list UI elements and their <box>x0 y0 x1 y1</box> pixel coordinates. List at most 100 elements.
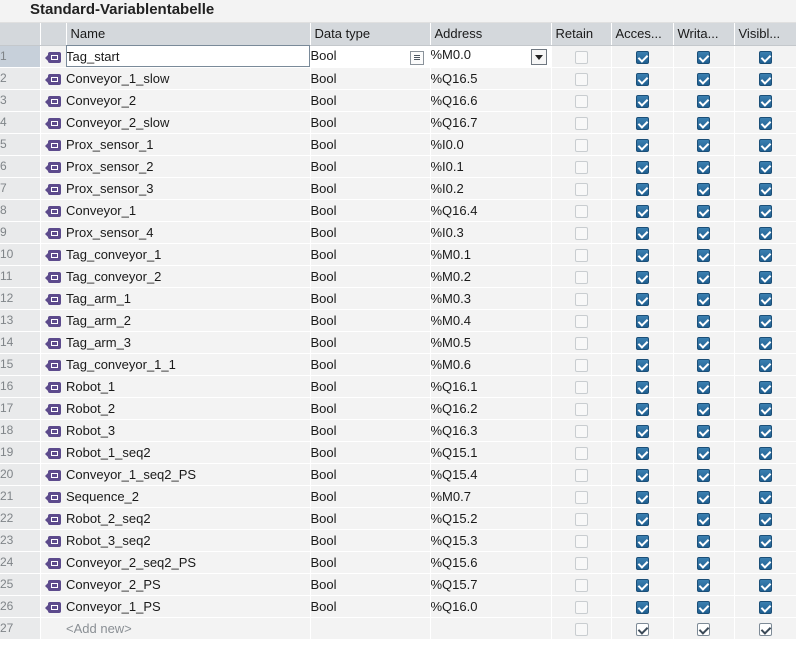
retain-cell[interactable] <box>550 375 611 398</box>
writable-checkbox[interactable] <box>697 336 710 350</box>
table-row[interactable]: 23 Robot_3_seq2 Bool %Q15.3 <box>0 529 796 552</box>
column-header-visible[interactable]: Visibl... <box>734 23 796 46</box>
address-cell[interactable]: %Q15.2 <box>429 507 551 530</box>
visible-cell[interactable] <box>733 265 796 288</box>
visible-checkbox[interactable] <box>758 336 772 350</box>
retain-cell[interactable] <box>550 45 611 68</box>
retain-cell[interactable] <box>550 221 611 244</box>
writable-cell[interactable] <box>672 331 734 354</box>
writable-checkbox[interactable] <box>697 446 710 460</box>
visible-cell[interactable] <box>733 155 796 178</box>
accessible-checkbox[interactable] <box>635 468 649 482</box>
address-cell[interactable]: %M0.3 <box>429 287 551 310</box>
data-type-cell[interactable]: Bool <box>309 375 430 398</box>
row-number[interactable]: 25 <box>0 573 41 596</box>
visible-cell[interactable] <box>733 441 796 464</box>
writable-cell[interactable] <box>672 353 734 376</box>
visible-checkbox[interactable] <box>758 72 772 86</box>
tag-name-cell[interactable]: Tag_conveyor_2 <box>66 265 310 288</box>
tag-name-cell[interactable]: Conveyor_1 <box>66 199 310 222</box>
visible-cell[interactable] <box>733 573 796 596</box>
retain-checkbox[interactable] <box>574 270 588 284</box>
accessible-cell[interactable] <box>610 353 673 376</box>
data-type-cell[interactable]: Bool <box>309 265 430 288</box>
address-cell[interactable]: %Q16.0 <box>429 595 551 618</box>
accessible-checkbox[interactable] <box>635 358 649 372</box>
writable-checkbox[interactable] <box>697 226 710 240</box>
row-number[interactable]: 4 <box>0 111 41 134</box>
writable-checkbox[interactable] <box>697 94 710 108</box>
row-number[interactable]: 10 <box>0 243 41 266</box>
row-number[interactable]: 27 <box>0 617 41 640</box>
writable-cell[interactable] <box>672 221 734 244</box>
retain-checkbox[interactable] <box>574 534 588 548</box>
retain-cell[interactable] <box>550 331 611 354</box>
address-cell[interactable]: %Q16.6 <box>429 89 551 112</box>
retain-checkbox[interactable] <box>574 402 588 416</box>
writable-checkbox[interactable] <box>697 50 710 64</box>
visible-cell[interactable] <box>733 89 796 112</box>
retain-cell[interactable] <box>550 287 611 310</box>
tag-name-cell[interactable]: Sequence_2 <box>66 485 310 508</box>
accessible-checkbox[interactable] <box>635 138 649 152</box>
tag-name-cell[interactable]: Robot_2_seq2 <box>66 507 310 530</box>
visible-cell[interactable] <box>733 67 796 90</box>
accessible-cell[interactable] <box>610 331 673 354</box>
address-cell[interactable]: %Q16.4 <box>429 199 551 222</box>
retain-cell[interactable] <box>550 89 611 112</box>
writable-cell[interactable] <box>672 397 734 420</box>
tag-name-cell[interactable]: Conveyor_2_PS <box>66 573 310 596</box>
tag-name-cell[interactable]: Conveyor_2 <box>66 89 310 112</box>
address-cell[interactable]: %M0.6 <box>429 353 551 376</box>
accessible-cell[interactable] <box>610 221 673 244</box>
retain-cell[interactable] <box>550 551 611 574</box>
writable-checkbox[interactable] <box>697 622 710 636</box>
column-header-name[interactable]: Name <box>66 23 311 46</box>
accessible-cell[interactable] <box>610 287 673 310</box>
visible-cell[interactable] <box>733 419 796 442</box>
data-type-cell[interactable]: Bool <box>309 573 430 596</box>
row-number[interactable]: 15 <box>0 353 41 376</box>
visible-cell[interactable] <box>733 45 796 68</box>
accessible-cell[interactable] <box>610 551 673 574</box>
retain-checkbox[interactable] <box>574 226 588 240</box>
tag-name-cell[interactable]: Robot_3_seq2 <box>66 529 310 552</box>
address-cell[interactable]: %Q15.7 <box>429 573 551 596</box>
accessible-checkbox[interactable] <box>635 380 649 394</box>
writable-checkbox[interactable] <box>697 468 710 482</box>
tag-name-cell[interactable]: Conveyor_2_seq2_PS <box>66 551 310 574</box>
tag-name-cell[interactable]: Prox_sensor_4 <box>66 221 310 244</box>
table-row[interactable]: 18 Robot_3 Bool %Q16.3 <box>0 419 796 442</box>
data-type-cell[interactable]: Bool <box>309 507 430 530</box>
accessible-cell[interactable] <box>610 309 673 332</box>
tag-name-cell[interactable]: Robot_1_seq2 <box>66 441 310 464</box>
writable-cell[interactable] <box>672 551 734 574</box>
data-type-cell[interactable]: Bool <box>309 45 430 68</box>
visible-checkbox[interactable] <box>758 578 772 592</box>
address-cell[interactable]: %Q16.7 <box>429 111 551 134</box>
accessible-cell[interactable] <box>610 155 673 178</box>
table-row[interactable]: 10 Tag_conveyor_1 Bool %M0.1 <box>0 243 796 266</box>
visible-checkbox[interactable] <box>758 314 772 328</box>
writable-checkbox[interactable] <box>697 490 710 504</box>
accessible-checkbox[interactable] <box>635 248 649 262</box>
address-cell[interactable]: %Q15.1 <box>429 441 551 464</box>
visible-cell[interactable] <box>733 331 796 354</box>
row-number[interactable]: 14 <box>0 331 41 354</box>
row-number[interactable]: 1 <box>0 45 41 68</box>
visible-cell[interactable] <box>733 221 796 244</box>
visible-cell[interactable] <box>733 287 796 310</box>
address-cell[interactable]: %M0.5 <box>429 331 551 354</box>
data-type-cell[interactable]: Bool <box>309 529 430 552</box>
retain-checkbox[interactable] <box>574 622 588 636</box>
retain-checkbox[interactable] <box>574 512 588 526</box>
table-row[interactable]: 7 Prox_sensor_3 Bool %I0.2 <box>0 177 796 200</box>
accessible-cell[interactable] <box>610 463 673 486</box>
retain-cell[interactable] <box>550 485 611 508</box>
row-number[interactable]: 6 <box>0 155 41 178</box>
accessible-cell[interactable] <box>610 375 673 398</box>
visible-checkbox[interactable] <box>758 468 772 482</box>
row-number[interactable]: 19 <box>0 441 41 464</box>
visible-checkbox[interactable] <box>758 600 772 614</box>
address-cell[interactable]: %I0.1 <box>429 155 551 178</box>
